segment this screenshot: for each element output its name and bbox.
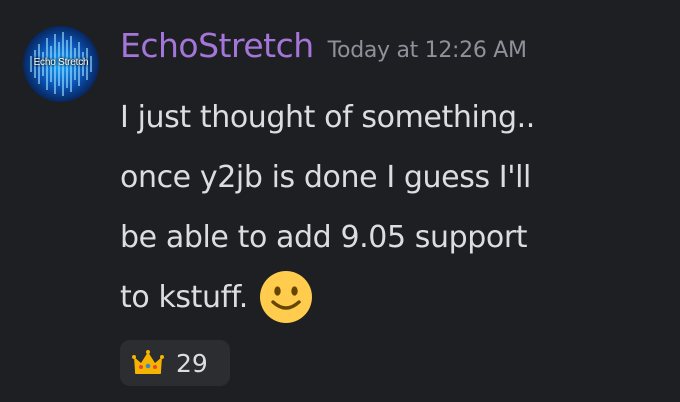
message-line-text: to kstuff. <box>120 280 248 315</box>
message-line: once y2jb is done I guess I'll <box>120 160 531 195</box>
avatar-label: Echo Stretch <box>33 57 89 68</box>
chat-message: Echo Stretch EchoStretch Today at 12:26 … <box>0 0 680 402</box>
timestamp[interactable]: Today at 12:26 AM <box>328 38 527 63</box>
reaction-count: 29 <box>176 348 208 378</box>
reaction-crown[interactable]: 29 <box>120 340 230 386</box>
message-content: I just thought of something.. once y2jb … <box>120 88 660 328</box>
message-header: EchoStretch Today at 12:26 AM <box>120 26 527 76</box>
slightly-smiling-face-icon[interactable] <box>258 269 314 325</box>
username[interactable]: EchoStretch <box>120 26 314 65</box>
message-line: be able to add 9.05 support <box>120 220 528 255</box>
crown-icon <box>132 350 164 374</box>
message-line: I just thought of something.. <box>120 100 535 135</box>
message-line-last: to kstuff. <box>120 268 660 328</box>
avatar[interactable]: Echo Stretch <box>23 26 99 102</box>
